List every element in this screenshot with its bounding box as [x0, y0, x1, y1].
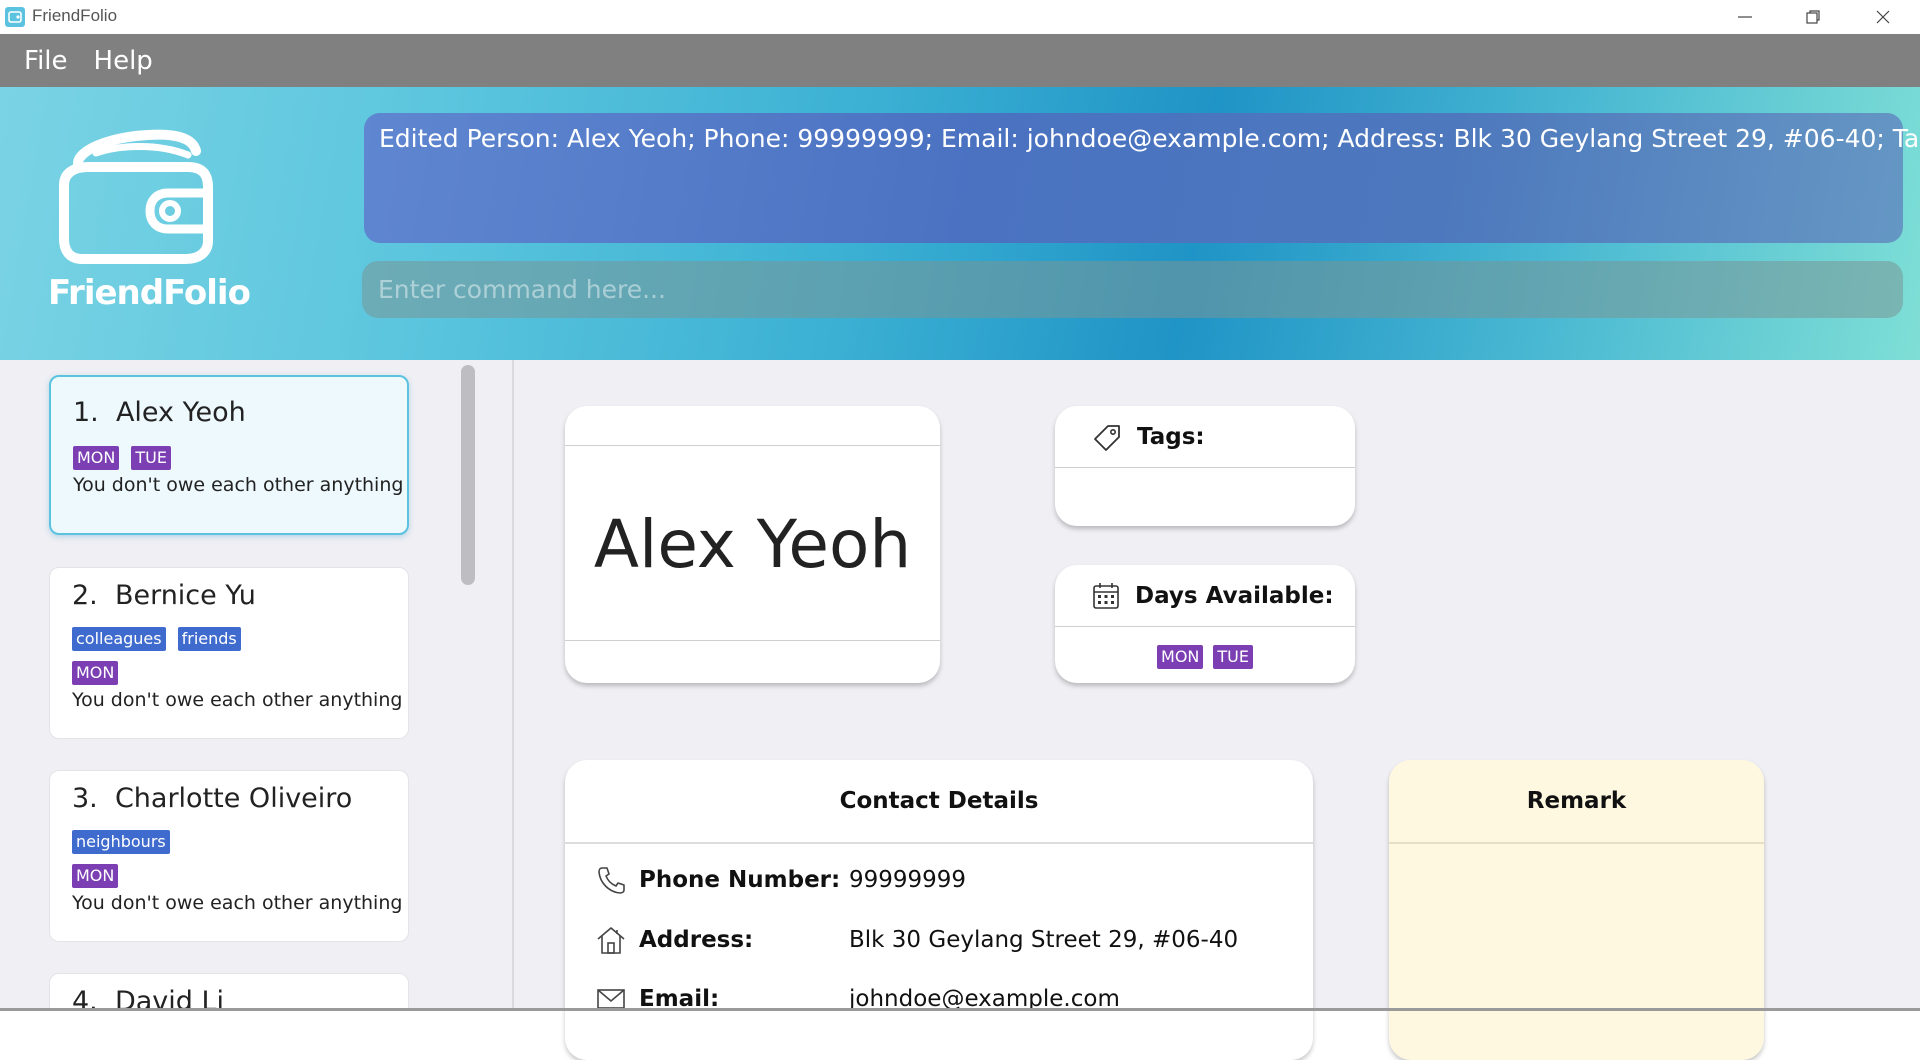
- title-bar: FriendFolio: [0, 0, 1920, 34]
- day-chips: MON: [72, 661, 408, 685]
- day-chip: TUE: [1213, 645, 1253, 669]
- phone-label: Phone Number:: [639, 867, 841, 893]
- name-card: Alex Yeoh: [565, 406, 940, 683]
- tag-chip: friends: [177, 627, 241, 651]
- day-chip: MON: [1157, 645, 1204, 669]
- remark-title: Remark: [1526, 788, 1627, 814]
- owe-status: You don't owe each other anything: [73, 474, 404, 496]
- divider: [565, 445, 940, 446]
- home-icon: [597, 927, 625, 954]
- contact-details-card: Contact Details Phone Number: 99999999 A…: [565, 760, 1313, 1060]
- detail-name: Alex Yeoh: [593, 506, 912, 583]
- day-chip: TUE: [131, 446, 171, 470]
- close-button[interactable]: [1850, 0, 1916, 34]
- owe-status: You don't owe each other anything: [72, 892, 403, 914]
- remark-header: Remark: [1389, 760, 1764, 844]
- wallet-icon: [59, 129, 213, 264]
- phone-value: 99999999: [849, 867, 967, 893]
- person-name: 1. Alex Yeoh: [73, 397, 246, 428]
- phone-icon: [598, 867, 625, 894]
- calendar-icon: [1093, 582, 1119, 609]
- tags-label: Tags:: [1137, 423, 1205, 450]
- result-display: Edited Person: Alex Yeoh; Phone: 9999999…: [364, 113, 1920, 243]
- command-input[interactable]: [362, 261, 1903, 318]
- person-list-panel[interactable]: 1. Alex Yeoh MON TUE You don't owe each …: [0, 360, 512, 1011]
- person-name: 2. Bernice Yu: [72, 580, 256, 611]
- remark-card: Remark: [1389, 760, 1764, 1060]
- days-label: Days Available:: [1135, 582, 1334, 609]
- app-logo: FriendFolio: [48, 123, 251, 313]
- address-row: Address: Blk 30 Geylang Street 29, #06-4…: [595, 924, 1238, 956]
- address-label: Address:: [639, 927, 754, 953]
- tag-chips: neighbours: [72, 830, 408, 854]
- app-icon: [5, 7, 25, 27]
- header-banner: FriendFolio Edited Person: Alex Yeoh; Ph…: [0, 87, 1920, 360]
- owe-status: You don't owe each other anything: [72, 689, 403, 711]
- result-text: Edited Person: Alex Yeoh; Phone: 9999999…: [379, 124, 1920, 153]
- person-card-4[interactable]: 4. David Li: [49, 973, 409, 1011]
- days-chips: MON TUE: [1055, 645, 1355, 669]
- restore-button[interactable]: [1780, 0, 1846, 34]
- divider: [565, 640, 940, 641]
- tag-icon: [1094, 424, 1120, 451]
- contact-title: Contact Details: [839, 788, 1039, 814]
- tag-chip: colleagues: [72, 627, 166, 651]
- minimize-button[interactable]: [1712, 0, 1778, 34]
- tag-chip: neighbours: [72, 830, 170, 854]
- day-chips: MON TUE: [73, 446, 407, 470]
- window-title: FriendFolio: [32, 6, 118, 25]
- list-scrollbar[interactable]: [461, 365, 475, 585]
- tags-header: Tags:: [1055, 406, 1355, 468]
- phone-row: Phone Number: 99999999: [595, 864, 966, 896]
- menu-file[interactable]: File: [24, 46, 68, 76]
- person-card-2[interactable]: 2. Bernice Yu colleagues friends MON You…: [49, 567, 409, 739]
- address-value: Blk 30 Geylang Street 29, #06-40: [849, 927, 1239, 953]
- person-card-3[interactable]: 3. Charlotte Oliveiro neighbours MON You…: [49, 770, 409, 942]
- days-available-card: Days Available: MON TUE: [1055, 565, 1355, 683]
- minimize-icon: [1738, 16, 1752, 18]
- days-header: Days Available:: [1055, 565, 1355, 627]
- day-chips: MON: [72, 864, 408, 888]
- menu-help[interactable]: Help: [94, 46, 153, 76]
- tags-card: Tags:: [1055, 406, 1355, 526]
- logo-text: FriendFolio: [48, 273, 251, 313]
- restore-icon: [1806, 10, 1820, 24]
- contact-header: Contact Details: [565, 760, 1313, 844]
- person-card-1[interactable]: 1. Alex Yeoh MON TUE You don't owe each …: [49, 375, 409, 535]
- day-chip: MON: [72, 661, 119, 685]
- close-icon: [1876, 10, 1890, 24]
- day-chip: MON: [73, 446, 120, 470]
- tag-chips: colleagues friends: [72, 627, 408, 651]
- day-chip: MON: [72, 864, 119, 888]
- person-name: 3. Charlotte Oliveiro: [72, 783, 353, 814]
- menu-bar: File Help: [0, 34, 1920, 87]
